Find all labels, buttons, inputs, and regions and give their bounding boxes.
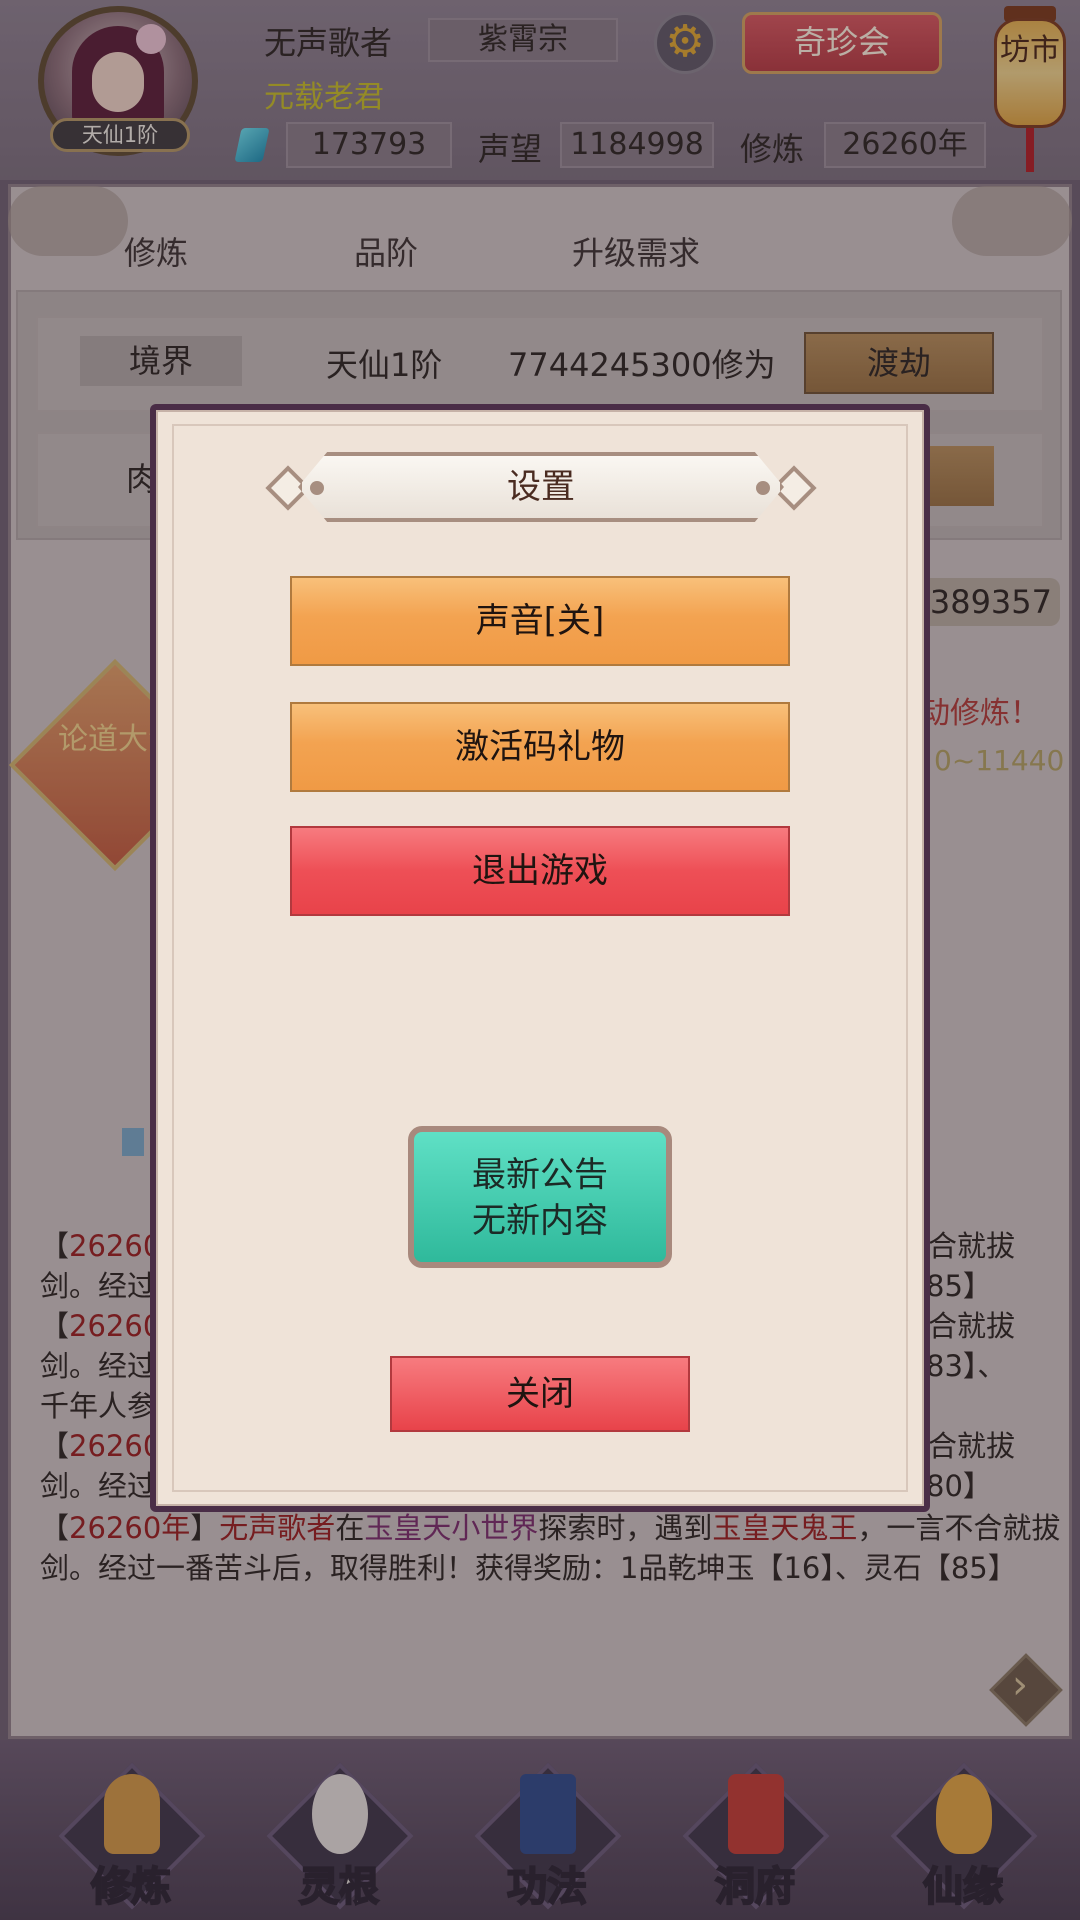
gift-code-button[interactable]: 激活码礼物 xyxy=(290,702,790,792)
sound-toggle-button[interactable]: 声音[关] xyxy=(290,576,790,666)
announcement-title: 最新公告 xyxy=(472,1155,608,1195)
settings-title: 设置 xyxy=(507,467,575,507)
announcement-status: 无新内容 xyxy=(472,1201,608,1241)
quit-game-button[interactable]: 退出游戏 xyxy=(290,826,790,916)
announcement-button[interactable]: 最新公告 无新内容 xyxy=(408,1126,672,1268)
close-button[interactable]: 关闭 xyxy=(390,1356,690,1432)
